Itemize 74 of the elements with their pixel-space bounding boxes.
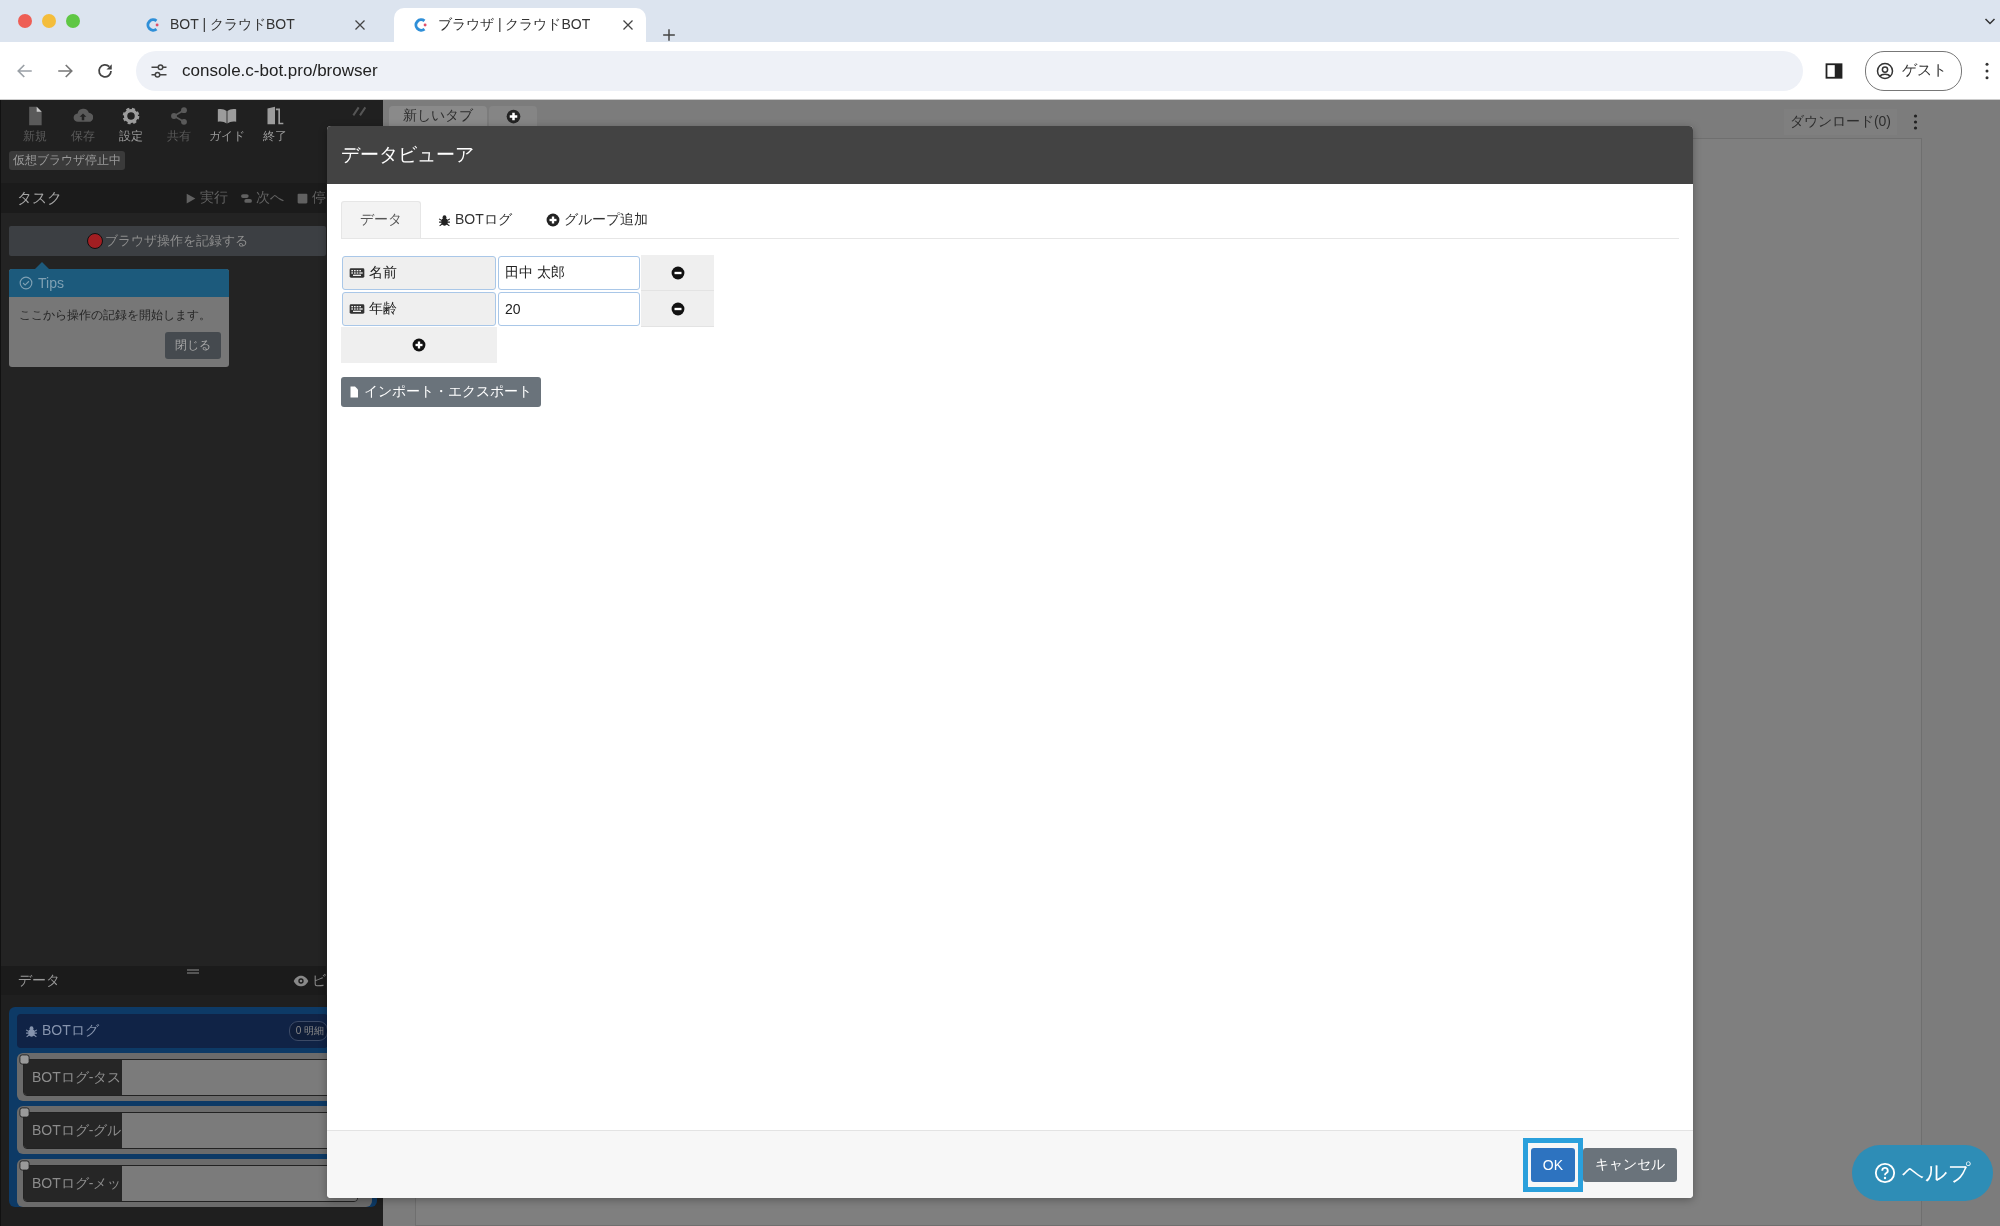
resize-grip-icon[interactable] [187, 969, 199, 974]
tips-message: ここから操作の記録を開始します。 [19, 307, 212, 324]
remove-field-button[interactable] [641, 255, 714, 291]
bug-icon [438, 213, 451, 227]
window-control-dot[interactable] [66, 14, 80, 28]
plus-circle-icon [412, 338, 426, 352]
field-name: 名前 [369, 264, 397, 282]
toolbar-button[interactable]: 設定 [107, 106, 155, 145]
toolbar-button[interactable]: ガイド [203, 106, 251, 145]
tab-title: ブラウザ | クラウドBOT [438, 16, 592, 34]
record-button[interactable]: ブラウザ操作を記録する [9, 226, 326, 256]
window-control-dot[interactable] [42, 14, 56, 28]
window-control-dot[interactable] [18, 14, 32, 28]
row-count-badge: 0 明細 [288, 1021, 328, 1041]
toolbar-button[interactable]: 終了 [251, 106, 299, 145]
profile-button[interactable]: ゲスト [1865, 50, 1962, 91]
app-logo-icon [414, 18, 428, 32]
field-value-input[interactable]: 20 [498, 292, 640, 326]
page-tab[interactable]: 新しいタブ [389, 106, 487, 126]
keyboard-icon [349, 265, 365, 281]
ok-button[interactable]: OK [1530, 1147, 1575, 1182]
import-export-button[interactable]: インポート・エクスポート [341, 377, 541, 407]
kebab-menu-icon[interactable] [1984, 61, 1990, 80]
remove-field-button[interactable] [641, 291, 714, 327]
site-settings-icon[interactable] [150, 61, 168, 80]
add-tab-button[interactable] [489, 106, 537, 126]
plus-circle-icon [545, 213, 560, 227]
section-title: タスク [17, 188, 63, 208]
person-circle-icon [1876, 61, 1894, 80]
reload-icon[interactable] [96, 61, 114, 80]
play-icon [184, 191, 197, 205]
book-icon [217, 106, 237, 126]
tips-title: Tips [38, 275, 64, 291]
minus-circle-icon [670, 301, 685, 316]
task-action-button[interactable]: 停 [296, 189, 326, 207]
file-icon [348, 385, 360, 399]
plus-circle-icon [505, 108, 521, 124]
status-badge: 仮想ブラウザ停止中 [9, 151, 125, 170]
url-text: console.c-bot.pro/browser [182, 60, 378, 81]
stop-icon [296, 191, 309, 205]
cancel-button[interactable]: キャンセル [1583, 1147, 1677, 1182]
section-title: データ [18, 971, 60, 990]
tab-title: BOT | クラウドBOT [170, 16, 296, 34]
group-title: BOTログ [42, 1022, 100, 1040]
field-value-input[interactable]: 田中 太郎 [498, 256, 640, 290]
browser-tab[interactable]: BOT | クラウドBOT [126, 8, 378, 42]
address-bar[interactable]: console.c-bot.pro/browser [136, 50, 1803, 91]
minus-circle-icon [670, 265, 685, 280]
browser-tab[interactable]: ブラウザ | クラウドBOT [394, 8, 646, 42]
bug-icon [25, 1024, 38, 1038]
share-icon [169, 106, 189, 126]
task-action-button[interactable]: 次へ [240, 189, 284, 207]
task-action-button[interactable]: 実行 [184, 189, 228, 207]
keyboard-icon [349, 301, 365, 317]
close-icon[interactable] [354, 19, 366, 31]
close-button[interactable]: 閉じる [165, 332, 221, 359]
new-tab-icon[interactable] [662, 28, 676, 42]
dialog-title: データビューア [327, 126, 1693, 184]
door-icon [265, 106, 285, 126]
step-icon [240, 191, 253, 205]
close-icon[interactable] [622, 19, 634, 31]
app-logo-icon [146, 18, 160, 32]
help-button[interactable]: ヘルプ [1852, 1145, 1993, 1201]
dialog-tab[interactable]: データ [341, 201, 421, 238]
dialog-tab[interactable]: BOTログ [421, 201, 529, 238]
gear-icon [121, 106, 141, 126]
add-field-button[interactable] [341, 327, 497, 363]
field-name: 年齢 [369, 300, 397, 318]
dialog-tab[interactable]: グループ追加 [528, 201, 665, 238]
check-circle-icon [19, 276, 33, 290]
side-panel-icon[interactable] [1825, 61, 1843, 80]
help-icon [1874, 1162, 1896, 1184]
view-button[interactable]: ビ [293, 971, 326, 990]
record-dot-icon [87, 233, 103, 249]
